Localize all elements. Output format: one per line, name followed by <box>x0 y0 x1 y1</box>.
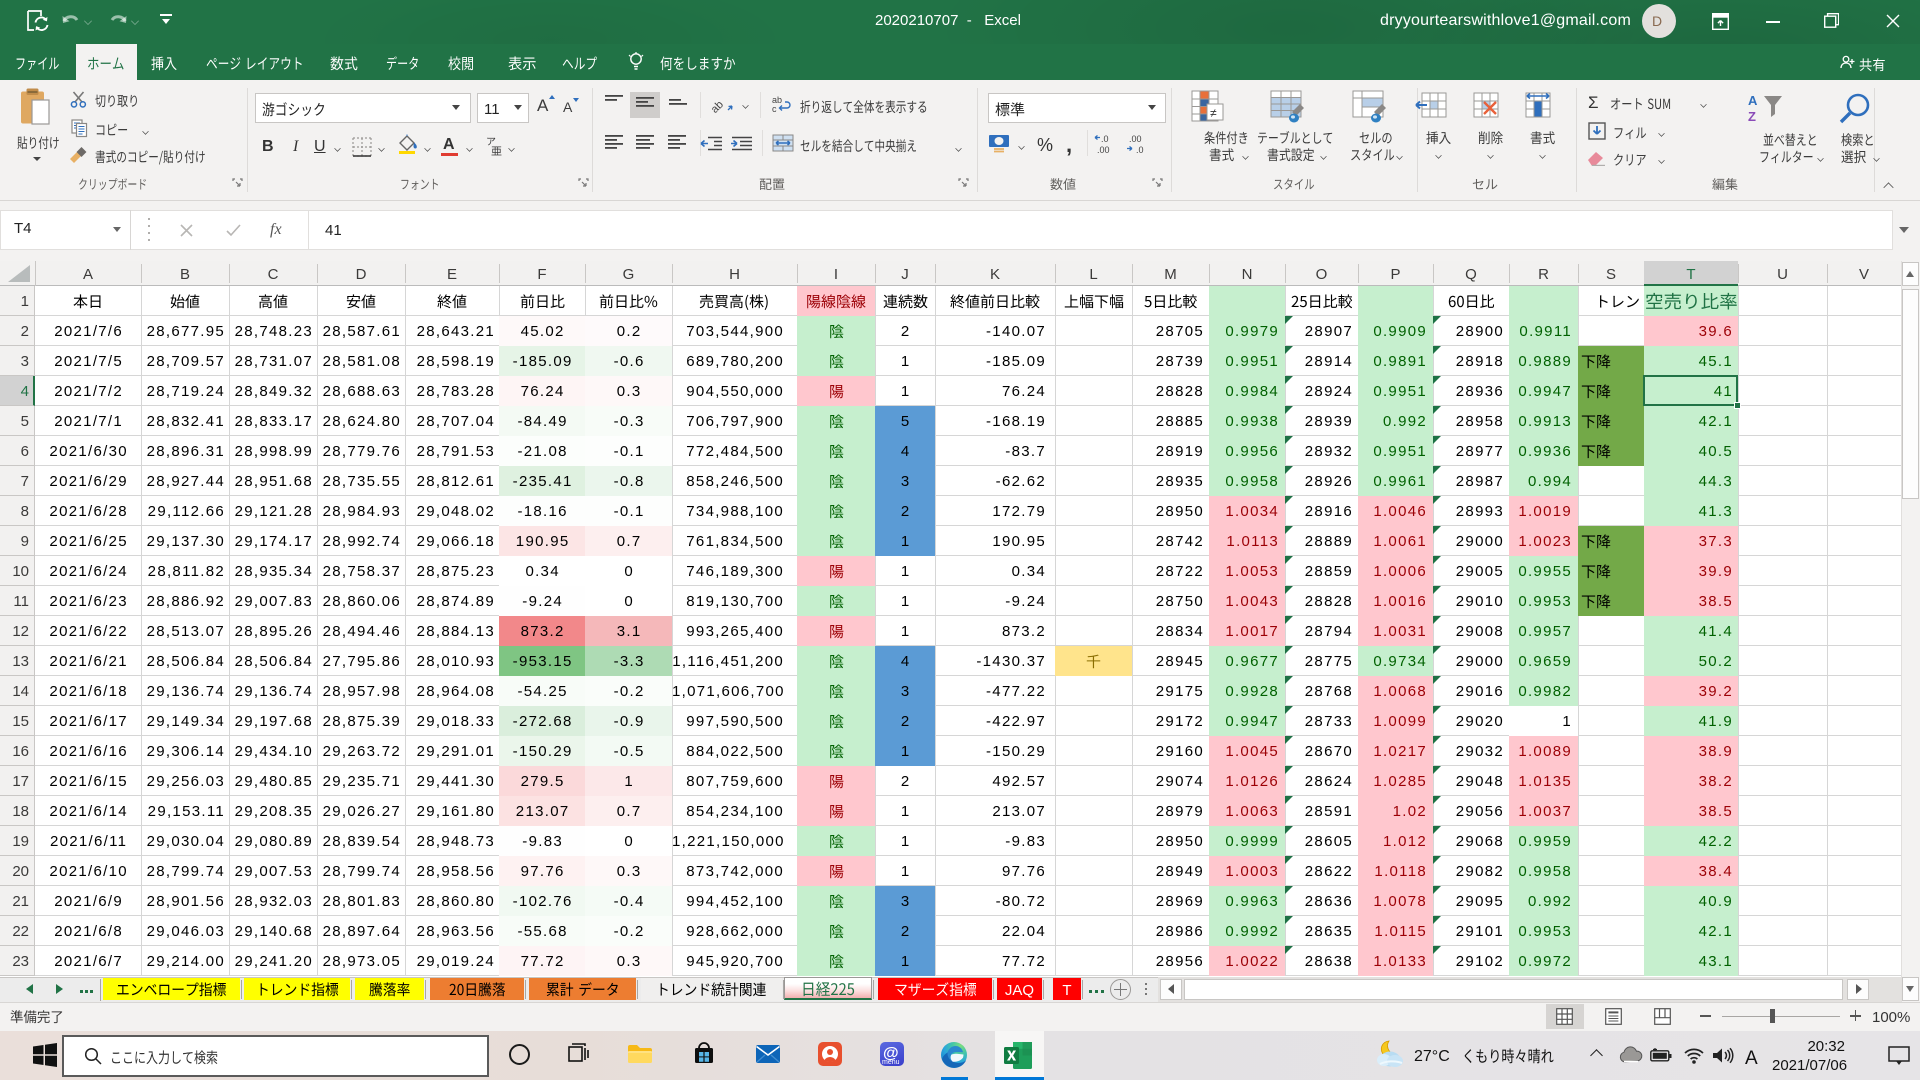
svg-text:ab: ab <box>712 99 726 116</box>
svg-text:.0: .0 <box>1136 145 1144 155</box>
svg-text:.0: .0 <box>1101 134 1109 144</box>
svg-text:.00: .00 <box>1129 134 1142 144</box>
svg-text:.00: .00 <box>1097 145 1110 155</box>
svg-text:c: c <box>772 104 777 113</box>
svg-text:≠: ≠ <box>1210 106 1217 120</box>
